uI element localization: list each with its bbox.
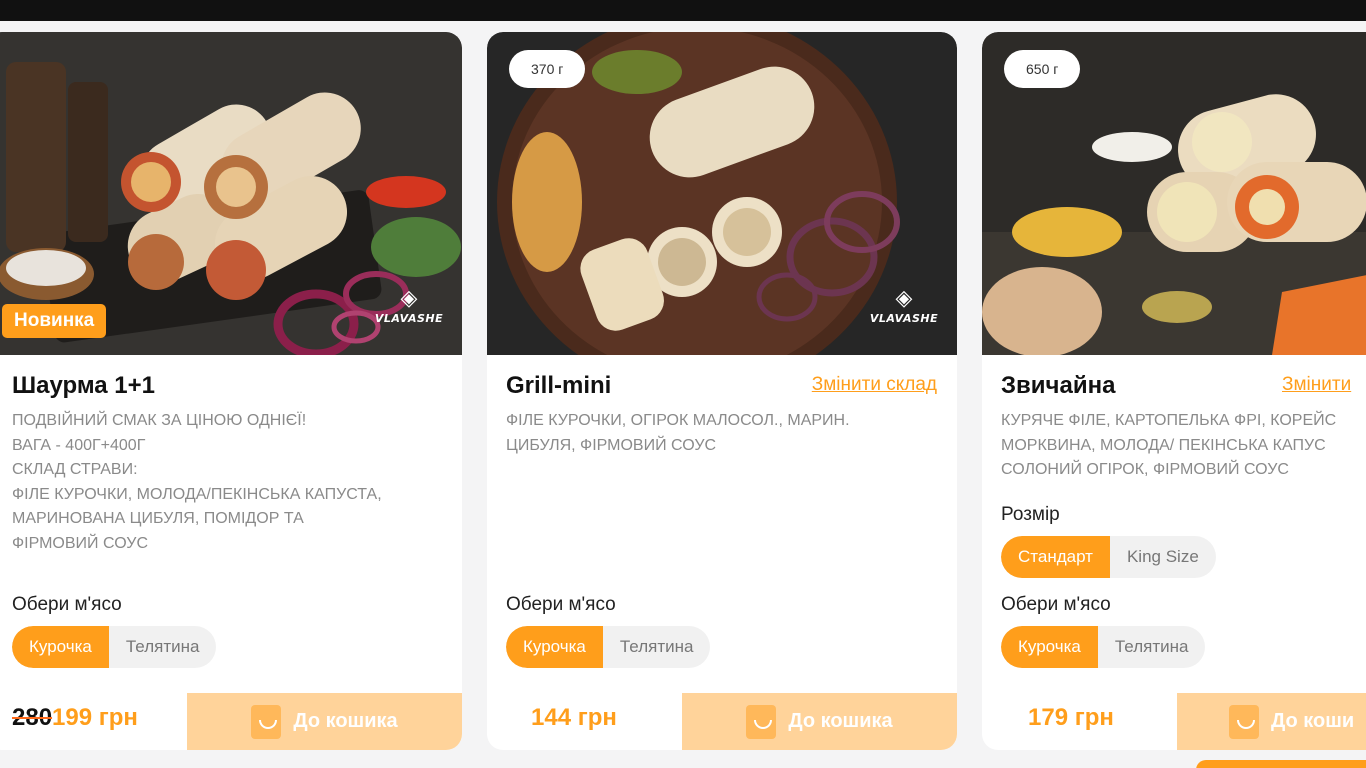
- description-line: СОЛОНИЙ ОГІРОК, ФІРМОВИЙ СОУС: [1001, 461, 1289, 478]
- description-line: МАРИНОВАНА ЦИБУЛЯ, ПОМІДОР ТА: [12, 510, 304, 527]
- current-price: 179 грн: [1028, 704, 1114, 731]
- meat-selector[interactable]: Курочка Телятина: [12, 626, 217, 668]
- brand-logo: ◈ VLAVASHE: [869, 286, 939, 325]
- weight-badge: 650 г: [1004, 50, 1081, 88]
- product-description: ФІЛЕ КУРОЧКИ, ОГІРОК МАЛОСОЛ., МАРИН. ЦИ…: [506, 409, 946, 458]
- meat-label: Обери м'ясо: [506, 594, 616, 615]
- product-card[interactable]: Новинка ◈ VLAVASHE Шаурма 1+1 ПОДВІЙНИЙ …: [0, 32, 462, 750]
- meat-selector[interactable]: Курочка Телятина: [506, 626, 711, 668]
- add-to-cart-label: До кошика: [293, 710, 398, 732]
- meat-option-chicken[interactable]: Курочка: [12, 626, 109, 668]
- weight-badge: 370 г: [509, 50, 586, 88]
- meat-selector[interactable]: Курочка Телятина: [1001, 626, 1206, 668]
- add-to-cart-label: До кошика: [788, 710, 893, 732]
- product-photo[interactable]: Новинка ◈ VLAVASHE: [0, 32, 462, 355]
- meat-option-chicken[interactable]: Курочка: [506, 626, 603, 668]
- product-description: КУРЯЧЕ ФІЛЕ, КАРТОПЕЛЬКА ФРІ, КОРЕЙС МОР…: [1001, 409, 1366, 483]
- product-description: ПОДВІЙНИЙ СМАК ЗА ЦІНОЮ ОДНІЄЇ! ВАГА - 4…: [12, 409, 452, 556]
- size-option-standard[interactable]: Стандарт: [1001, 536, 1110, 578]
- description-line: КУРЯЧЕ ФІЛЕ, КАРТОПЕЛЬКА ФРІ, КОРЕЙС: [1001, 412, 1337, 429]
- shopping-bag-icon: [746, 704, 777, 739]
- meat-option-chicken[interactable]: Курочка: [1001, 626, 1098, 668]
- meat-option-veal[interactable]: Телятина: [1098, 626, 1206, 668]
- price: 280199 грн: [12, 704, 138, 732]
- old-price: 280: [12, 704, 53, 731]
- current-price: 144 грн: [531, 704, 617, 731]
- brand-logo-text: VLAVASHE: [869, 312, 939, 325]
- add-to-cart-button[interactable]: До кошика: [682, 693, 957, 750]
- description-line: СКЛАД СТРАВИ:: [12, 461, 138, 478]
- new-badge: Новинка: [2, 304, 107, 338]
- brand-logo-icon: ◈: [400, 286, 418, 311]
- shopping-bag-icon: [1229, 704, 1259, 739]
- description-line: ПОДВІЙНИЙ СМАК ЗА ЦІНОЮ ОДНІЄЇ!: [12, 412, 307, 429]
- add-to-cart-label: До коши: [1271, 710, 1355, 732]
- current-price: 199 грн: [52, 704, 138, 731]
- product-photo[interactable]: 370 г ◈ VLAVASHE: [487, 32, 957, 355]
- brand-logo-icon: ◈: [895, 286, 913, 311]
- product-card[interactable]: 650 г Звичайна Змінити КУРЯЧЕ ФІЛЕ, КАРТ…: [982, 32, 1366, 750]
- product-name[interactable]: Grill-mini: [506, 372, 611, 400]
- product-card[interactable]: 370 г ◈ VLAVASHE Grill-mini Змінити скла…: [487, 32, 957, 750]
- meat-option-veal[interactable]: Телятина: [603, 626, 711, 668]
- description-line: ФІРМОВИЙ СОУС: [12, 534, 149, 552]
- top-bar: [0, 0, 1366, 21]
- size-selector[interactable]: Стандарт King Size: [1001, 536, 1216, 578]
- description-line: ФІЛЕ КУРОЧКИ, ОГІРОК МАЛОСОЛ., МАРИН.: [506, 412, 850, 429]
- size-option-king[interactable]: King Size: [1110, 536, 1216, 578]
- floating-cart-button[interactable]: [1196, 760, 1366, 768]
- add-to-cart-button[interactable]: До кошика: [187, 693, 462, 750]
- product-name[interactable]: Шаурма 1+1: [12, 372, 155, 400]
- shopping-bag-icon: [251, 704, 282, 739]
- brand-logo-text: VLAVASHE: [374, 312, 444, 325]
- description-line: ВАГА - 400Г+400Г: [12, 436, 146, 454]
- description-line: ФІЛЕ КУРОЧКИ, МОЛОДА/ПЕКІНСЬКА КАПУСТА,: [12, 485, 382, 503]
- meat-label: Обери м'ясо: [1001, 594, 1111, 615]
- meat-label: Обери м'ясо: [12, 594, 122, 615]
- description-line: МОРКВИНА, МОЛОДА/ ПЕКІНСЬКА КАПУС: [1001, 436, 1326, 454]
- product-photo[interactable]: 650 г: [982, 32, 1366, 355]
- add-to-cart-button[interactable]: До коши: [1177, 693, 1366, 750]
- change-composition-link[interactable]: Змінити склад: [812, 374, 937, 396]
- product-name[interactable]: Звичайна: [1001, 372, 1115, 400]
- brand-logo: ◈ VLAVASHE: [374, 286, 444, 325]
- size-label: Розмір: [1001, 504, 1060, 525]
- description-line: ЦИБУЛЯ, ФІРМОВИЙ СОУС: [506, 436, 717, 454]
- meat-option-veal[interactable]: Телятина: [109, 626, 217, 668]
- change-composition-link[interactable]: Змінити: [1282, 374, 1351, 396]
